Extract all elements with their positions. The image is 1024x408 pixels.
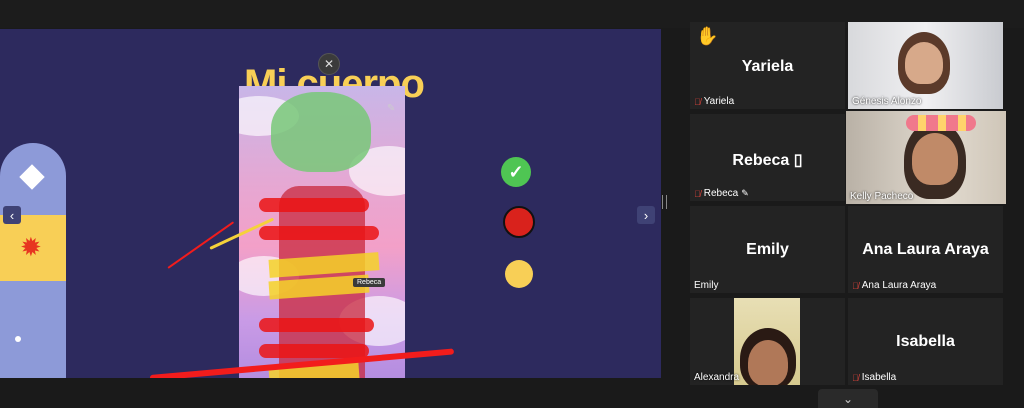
participant-label: 🎙̸ Isabella [852,372,896,383]
participant-name: Yariela [741,58,794,75]
participant-tile[interactable]: Isabella 🎙̸ Isabella [848,298,1003,385]
participant-label-text: Rebeca [703,188,739,199]
yellow-circle [505,260,533,288]
participant-label-text: Emily [694,280,719,291]
split-handle[interactable] [662,195,667,209]
participant-name: Emily [746,241,789,258]
body-illustration [239,86,405,378]
dot-shape [15,336,21,342]
participant-label: Kelly Pacheco [850,191,913,202]
participant-label-text: Alexandra [694,372,740,383]
participant-label: Génesis Alonzo [852,96,922,107]
participant-tile[interactable]: Emily Emily [690,206,845,293]
sun-shape: ✹ [20,232,42,262]
side-blue-block [0,281,66,378]
participant-tile[interactable]: Rebeca ▯ 🎙̸ Rebeca ✎ [690,114,845,201]
annotation-stroke [167,221,235,269]
annotator-tag: Rebeca [353,278,386,287]
participant-label: Emily [694,280,718,291]
annotating-pen-icon: ✎ [741,188,749,198]
chevron-down-icon[interactable]: ⌄ [818,389,878,408]
green-hair-scribble [271,92,371,172]
participant-label: 🎙̸ Rebeca ✎ [694,188,749,199]
mic-muted-icon: 🎙̸ [852,280,859,291]
green-check-icon: ✓ [501,157,531,187]
participant-tile[interactable]: Alexandra [690,298,845,385]
side-pill: ✹ [0,143,66,378]
participant-label-text: Isabella [861,372,897,383]
diamond-shape [19,164,45,190]
pencil-icon: ✎ [387,103,396,114]
participant-label: 🎙̸ Yariela [694,96,734,107]
red-circle [503,206,535,238]
participant-label-text: Yariela [703,96,735,107]
participant-name: Rebeca ▯ [732,152,803,169]
participant-label: Alexandra [694,372,739,383]
person-face [748,340,788,385]
participant-tile-active-speaker[interactable]: Kelly Pacheco [846,111,1006,204]
close-annotation-icon[interactable]: ✕ [318,53,340,75]
participant-name: Ana Laura Araya [862,241,989,258]
mic-muted-icon: 🎙̸ [694,96,701,107]
mic-muted-icon: 🎙̸ [852,372,859,383]
participant-label-text: Ana Laura Araya [861,280,937,291]
mic-muted-icon: 🎙̸ [694,188,701,199]
person-face [905,42,943,84]
participant-name: Isabella [896,333,955,350]
raised-hand-icon: ✋ [696,26,719,46]
prev-slide-button[interactable]: ‹ [3,206,21,224]
red-scribble [259,344,369,358]
shared-screen[interactable]: Mi cuerpo ✕ ✹ ‹ › ✎ Rebeca ✓ [0,29,661,378]
participant-tile[interactable]: Génesis Alonzo [848,22,1003,109]
participant-label-text: Kelly Pacheco [850,191,914,202]
next-slide-button[interactable]: › [637,206,655,224]
person-face [912,133,958,185]
participant-tile[interactable]: ✋ Yariela 🎙̸ Yariela [690,22,845,109]
participant-label-text: Génesis Alonzo [852,96,922,107]
decorative-side-panel: ✹ [0,143,66,378]
red-scribble [259,226,379,240]
participant-tile[interactable]: Ana Laura Araya 🎙̸ Ana Laura Araya [848,206,1003,293]
flower-crown-filter [906,115,976,131]
red-scribble [259,318,374,332]
red-scribble [259,198,369,212]
participant-label: 🎙̸ Ana Laura Araya [852,280,936,291]
